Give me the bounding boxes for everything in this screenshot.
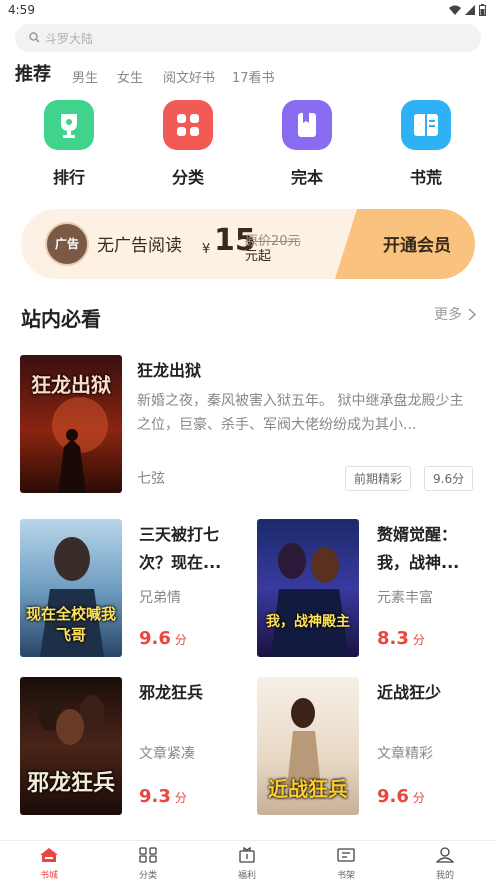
category-finished-label: 完本 [290,168,323,187]
search-bar[interactable]: 斗罗大陆 [15,24,481,52]
category-booklack[interactable]: 书荒 [386,100,466,188]
wifi-icon [449,5,461,15]
trophy-icon [44,100,94,150]
book-score-value: 9.3 [139,786,171,807]
home-icon [40,848,58,862]
vip-text: 无广告阅读 [97,236,182,256]
book-closed-icon [282,100,332,150]
book-author: 文章紧凑 [139,746,195,762]
book-title-line1: 三天被打七 [139,525,220,544]
nav-welfare-label: 福利 [237,871,256,881]
category-booklack-label: 书荒 [409,168,442,187]
featured-cover-title: 狂龙出狱 [31,373,111,397]
nav-profile-label: 我的 [435,871,454,881]
search-placeholder: 斗罗大陆 [45,32,94,46]
nav-category-label: 分类 [138,871,157,881]
grid-icon [139,847,157,863]
book-score-value: 8.3 [377,628,409,649]
category-ranking-label: 排行 [52,168,85,187]
no-ad-badge-icon: 广告 [45,222,89,266]
book-score-unit: 分 [174,633,187,647]
nav-category[interactable]: 分类 [118,847,178,881]
book-cover[interactable]: 我，战神殿主 [257,519,359,657]
status-bar: 4:59 [0,0,496,22]
chevron-right-icon [468,307,476,321]
book-author: 兄弟情 [139,590,181,606]
signal-icon [465,5,475,15]
book-title-line1: 近战狂少 [377,683,442,702]
book-score: 9.6 分 [139,628,187,649]
book-score-unit: 分 [412,633,425,647]
category-classify[interactable]: 分类 [148,100,228,188]
nav-profile[interactable]: 我的 [415,847,475,881]
section-title: 站内必看 [21,307,101,331]
book-cover-title: 邪龙狂兵 [26,771,115,796]
tab-recommend[interactable]: 推荐 [15,64,51,86]
nav-bookshelf-label: 书架 [336,871,355,881]
book-score-value: 9.6 [377,786,409,807]
search-icon [29,32,40,43]
book-author: 文章精彩 [377,746,433,762]
more-link[interactable]: 更多 [434,304,476,324]
book-title: 近战狂少 [377,679,441,707]
book-cover[interactable]: 现在全校喊我飞哥 [20,519,122,657]
nav-welfare[interactable]: 福利 [217,846,277,881]
book-score: 9.6 分 [377,786,425,807]
status-time: 4:59 [8,3,35,17]
open-vip-button[interactable]: 开通会员 [383,231,451,256]
nav-bookstore[interactable]: 书城 [19,847,79,881]
featured-book-score: 9.6分 [424,466,474,491]
book-score-unit: 分 [174,791,187,805]
book-open-icon [401,100,451,150]
status-icons [449,4,486,16]
gift-icon [239,846,255,863]
book-title-line2: 次？现在... [139,553,222,572]
category-ranking[interactable]: 排行 [29,100,109,188]
tab-17kan[interactable]: 17看书 [232,64,275,94]
category-classify-label: 分类 [171,168,204,187]
book-title: 赘婿觉醒： 我，战神... [377,521,459,577]
battery-icon [479,4,486,16]
book-score-value: 9.6 [139,628,171,649]
book-title-line1: 邪龙狂兵 [139,683,204,702]
book-title: 邪龙狂兵 [139,679,203,707]
featured-book-desc: 新婚之夜，秦风被害入狱五年。 狱中继承盘龙殿少主之位，巨豪、杀手、军阀大佬纷纷成… [137,393,464,433]
user-icon [435,847,455,863]
vip-divider [335,209,357,279]
book-title-line2: 我，战神... [377,553,460,572]
featured-book-cover[interactable]: 狂龙出狱 [20,355,122,493]
bookshelf-icon [337,848,355,862]
book-author: 元素丰富 [377,590,433,606]
nav-bookstore-label: 书城 [39,871,58,881]
book-score-unit: 分 [412,791,425,805]
nav-bookshelf[interactable]: 书架 [316,847,376,881]
book-title-line1: 赘婿觉醒： [377,525,458,544]
book-cover[interactable]: 邪龙狂兵 [20,677,122,815]
book-cover-title: 现在全校喊我飞哥 [25,605,116,644]
book-score: 8.3 分 [377,628,425,649]
grid-icon [163,100,213,150]
featured-book-title: 狂龙出狱 [137,361,202,380]
no-ad-badge-text: 广告 [54,237,79,251]
book-cover[interactable]: 近战狂兵 [257,677,359,815]
vip-price-unit: 元起 [245,249,272,264]
category-finished[interactable]: 完本 [267,100,347,188]
tab-yuewen[interactable]: 阅文好书 [163,64,215,94]
book-cover-title: 我，战神殿主 [266,614,350,630]
book-score: 9.3 分 [139,786,187,807]
tab-male[interactable]: 男生 [72,64,98,94]
book-cover-title: 近战狂兵 [268,777,348,801]
featured-book-author: 七弦 [137,471,165,487]
book-title: 三天被打七 次？现在... [139,521,221,577]
vip-yen: ¥ [202,242,211,257]
bottom-nav: 书城 分类 福利 书架 我的 [0,840,496,882]
more-label: 更多 [434,307,462,323]
vip-banner[interactable]: 广告 无广告阅读 ¥ 15 原价20元 元起 开通会员 [21,209,475,279]
tab-female[interactable]: 女生 [117,64,143,94]
featured-book-tag: 前期精彩 [345,466,412,491]
